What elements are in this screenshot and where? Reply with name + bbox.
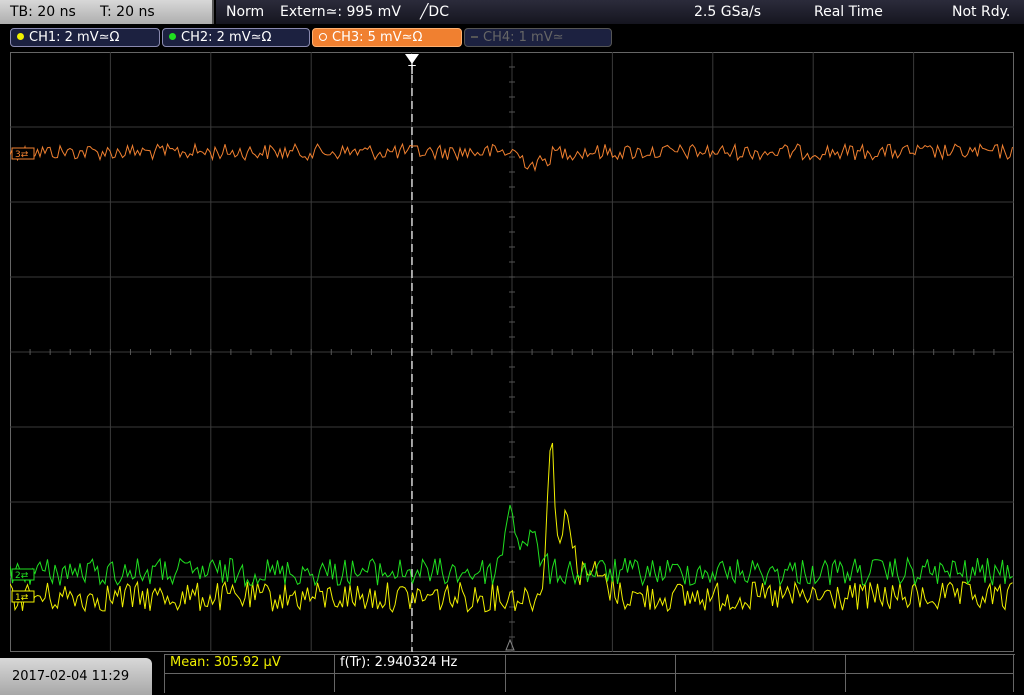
date-time-display[interactable]: 2017-02-04 11:29: [0, 658, 152, 695]
measurement-divider: [505, 654, 506, 692]
frequency-measurement[interactable]: f(Tr): 2.940324 Hz: [340, 654, 457, 674]
acquisition-status: Not Rdy.: [952, 4, 1011, 20]
mean-measurement[interactable]: Mean: 305.92 µV: [170, 654, 281, 674]
channel-4-off-icon: [471, 35, 478, 38]
measurement-divider: [1013, 654, 1014, 692]
channel-2-offset-marker[interactable]: 2⇄: [11, 568, 35, 581]
channel-2-label: CH2: 2 mV≃Ω: [181, 30, 272, 45]
measurement-divider: [675, 654, 676, 692]
channel-3-dot-icon: [319, 32, 327, 41]
channel-bar: CH1: 2 mV≃Ω CH2: 2 mV≃Ω CH3: 5 mV≃Ω CH4:…: [0, 26, 1024, 48]
acquisition-mode: Real Time: [814, 4, 883, 20]
channel-1-button[interactable]: CH1: 2 mV≃Ω: [10, 28, 160, 47]
sample-rate: 2.5 GSa/s: [694, 4, 762, 20]
timebase-box[interactable]: TB: 20 ns T: 20 ns: [0, 0, 214, 24]
top-status-bar: TB: 20 ns T: 20 ns Norm Extern≃: 995 mV …: [0, 0, 1024, 24]
measurement-divider: [334, 654, 335, 692]
measurement-divider: [164, 673, 1014, 674]
trigger-slope[interactable]: ╱DC: [420, 0, 449, 24]
channel-2-dot-icon: [169, 33, 176, 40]
trigger-time-label: T: 20 ns: [100, 4, 155, 20]
waveform-plot[interactable]: T 3⇄ 2⇄ 1⇄: [10, 52, 1014, 652]
trigger-point-marker-icon: [505, 638, 515, 651]
channel-4-button[interactable]: CH4: 1 mV≃: [464, 28, 612, 47]
channel-1-label: CH1: 2 mV≃Ω: [29, 30, 120, 45]
channel-1-trace: [10, 442, 1013, 613]
channel-1-marker-label: 1⇄: [15, 593, 29, 603]
channel-3-button[interactable]: CH3: 5 mV≃Ω: [312, 28, 462, 47]
channel-1-offset-marker[interactable]: 1⇄: [11, 590, 35, 603]
channel-3-label: CH3: 5 mV≃Ω: [332, 30, 423, 45]
trigger-mode[interactable]: Norm: [226, 0, 264, 24]
channel-3-offset-marker[interactable]: 3⇄: [11, 147, 35, 160]
trigger-marker-label: T: [407, 63, 416, 77]
channel-3-marker-label: 3⇄: [15, 150, 29, 160]
channel-2-button[interactable]: CH2: 2 mV≃Ω: [162, 28, 310, 47]
measurement-divider: [845, 654, 846, 692]
channel-1-dot-icon: [17, 33, 24, 40]
timebase-label: TB: 20 ns: [10, 4, 76, 20]
trigger-source[interactable]: Extern≃: 995 mV: [280, 0, 401, 24]
channel-4-label: CH4: 1 mV≃: [483, 30, 564, 45]
channel-2-marker-label: 2⇄: [15, 571, 29, 581]
